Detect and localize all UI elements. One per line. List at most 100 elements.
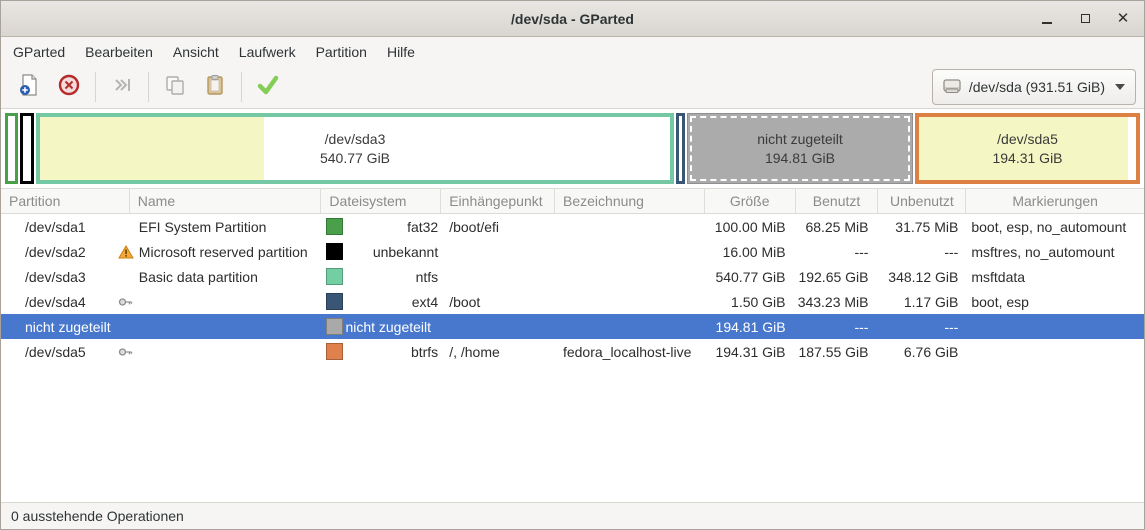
new-partition-icon xyxy=(17,73,41,102)
filesystem-cell: nicht zugeteilt xyxy=(321,314,441,339)
flags-cell xyxy=(966,314,1144,339)
minimize-button[interactable] xyxy=(1036,8,1058,30)
menu-bearbeiten[interactable]: Bearbeiten xyxy=(75,40,163,64)
disk-drive-icon xyxy=(941,75,963,100)
table-row-unallocated[interactable]: nicht zugeteilt nicht zugeteilt 194.81 G… xyxy=(1,314,1144,339)
size-cell: 194.31 GiB xyxy=(715,343,786,360)
name-cell: Basic data partition xyxy=(138,268,258,285)
flags-cell: msftres, no_automount xyxy=(971,243,1115,260)
table-row-sda2[interactable]: /dev/sda2 Microsoft reserved partition u… xyxy=(1,239,1144,264)
label-cell xyxy=(555,289,705,314)
disk-visual-bar: /dev/sda3 540.77 GiB nicht zugeteilt 194… xyxy=(1,109,1144,188)
device-selector[interactable]: /dev/sda (931.51 GiB) xyxy=(931,69,1136,105)
name-cell xyxy=(130,314,322,339)
name-cell xyxy=(130,339,322,364)
segment-label: nicht zugeteilt 194.81 GiB xyxy=(757,130,843,166)
label-cell xyxy=(555,214,705,239)
size-cell: 100.00 MiB xyxy=(714,218,786,235)
menu-ansicht[interactable]: Ansicht xyxy=(163,40,229,64)
mountpoint-cell: /boot/efi xyxy=(449,218,500,235)
partition-cell: nicht zugeteilt xyxy=(25,318,111,335)
unused-cell: --- xyxy=(944,318,959,335)
delete-partition-button[interactable] xyxy=(49,69,89,105)
label-cell: fedora_localhost-live xyxy=(562,343,692,360)
device-selector-label: /dev/sda (931.51 GiB) xyxy=(968,79,1105,95)
size-cell: 194.81 GiB xyxy=(715,318,786,335)
disk-segment-sda2[interactable] xyxy=(20,113,34,184)
column-header-mountpoint[interactable]: Einhängepunkt xyxy=(441,189,556,213)
column-header-size[interactable]: Größe xyxy=(705,189,796,213)
partition-cell: /dev/sda3 xyxy=(25,268,86,285)
mountpoint-cell xyxy=(441,314,555,339)
menu-gparted[interactable]: GParted xyxy=(3,40,75,64)
flags-cell: boot, esp xyxy=(971,293,1029,310)
table-header: Partition Name Dateisystem Einhängepunkt… xyxy=(1,188,1144,214)
maximize-icon xyxy=(1080,14,1090,23)
table-row-sda5[interactable]: /dev/sda5 btrfs /, /home fedora_localhos… xyxy=(1,339,1144,364)
menu-hilfe[interactable]: Hilfe xyxy=(377,40,425,64)
disk-segment-sda3[interactable]: /dev/sda3 540.77 GiB xyxy=(36,113,674,184)
copy-icon xyxy=(163,73,187,102)
unused-cell: 348.12 GiB xyxy=(888,268,959,285)
key-icon xyxy=(118,346,134,358)
close-button[interactable]: ✕ xyxy=(1112,8,1134,30)
unused-cell: --- xyxy=(944,243,959,260)
fs-color-swatch xyxy=(326,293,344,310)
minimize-icon xyxy=(1042,21,1052,24)
used-cell: --- xyxy=(854,243,869,260)
unused-cell: 6.76 GiB xyxy=(903,343,959,360)
disk-segment-unallocated[interactable]: nicht zugeteilt 194.81 GiB xyxy=(687,113,913,184)
flags-cell xyxy=(966,339,1144,364)
toolbar-separator xyxy=(148,72,149,102)
menu-laufwerk[interactable]: Laufwerk xyxy=(229,40,306,64)
resize-move-button[interactable] xyxy=(102,69,142,105)
resize-move-icon xyxy=(110,73,134,102)
size-cell: 16.00 MiB xyxy=(722,243,786,260)
table-empty-area xyxy=(1,364,1144,502)
partition-cell: /dev/sda4 xyxy=(1,289,132,314)
used-cell: 187.55 GiB xyxy=(798,343,869,360)
column-header-filesystem[interactable]: Dateisystem xyxy=(321,189,442,213)
chevron-down-icon xyxy=(1115,84,1125,90)
partition-table: Partition Name Dateisystem Einhängepunkt… xyxy=(1,188,1144,502)
disk-segment-sda5[interactable]: /dev/sda5 194.31 GiB xyxy=(915,113,1140,184)
maximize-button[interactable] xyxy=(1074,8,1096,30)
used-cell: 192.65 GiB xyxy=(798,268,869,285)
disk-segment-sda1[interactable] xyxy=(5,113,18,184)
mountpoint-cell: /, /home xyxy=(449,343,500,360)
window-controls: ✕ xyxy=(1036,1,1134,36)
filesystem-cell: unbekannt xyxy=(321,239,441,264)
apply-operations-button[interactable] xyxy=(248,69,288,105)
mountpoint-cell xyxy=(441,264,555,289)
used-space-fill xyxy=(40,117,265,180)
delete-partition-icon xyxy=(57,73,81,102)
table-row-sda1[interactable]: /dev/sda1 EFI System Partition fat32 /bo… xyxy=(1,214,1144,239)
used-cell: 343.23 MiB xyxy=(797,293,869,310)
name-cell: EFI System Partition xyxy=(138,218,267,235)
mountpoint-cell: /boot xyxy=(449,293,481,310)
partition-cell: /dev/sda5 xyxy=(1,339,132,364)
column-header-name[interactable]: Name xyxy=(130,189,322,213)
table-row-sda4[interactable]: /dev/sda4 ext4 /boot 1.50 GiB 343.23 MiB… xyxy=(1,289,1144,314)
menubar: GParted Bearbeiten Ansicht Laufwerk Part… xyxy=(1,37,1144,66)
table-row-sda3[interactable]: /dev/sda3 Basic data partition ntfs 540.… xyxy=(1,264,1144,289)
paste-button[interactable] xyxy=(195,69,235,105)
toolbar-separator xyxy=(95,72,96,102)
key-icon xyxy=(118,296,134,308)
fs-color-swatch xyxy=(326,243,344,260)
disk-segment-sda4[interactable] xyxy=(676,113,685,184)
toolbar: /dev/sda (931.51 GiB) xyxy=(1,66,1144,109)
column-header-used[interactable]: Benutzt xyxy=(796,189,879,213)
column-header-partition[interactable]: Partition xyxy=(1,189,130,213)
column-header-flags[interactable]: Markierungen xyxy=(966,189,1144,213)
close-icon: ✕ xyxy=(1116,10,1130,27)
window-title: /dev/sda - GParted xyxy=(511,10,634,27)
menu-partition[interactable]: Partition xyxy=(306,40,377,64)
gparted-window: /dev/sda - GParted ✕ GParted Bearbeiten … xyxy=(0,0,1145,530)
new-partition-button[interactable] xyxy=(9,69,49,105)
fs-color-swatch xyxy=(326,318,344,335)
column-header-unused[interactable]: Unbenutzt xyxy=(878,189,967,213)
titlebar: /dev/sda - GParted ✕ xyxy=(1,1,1144,37)
column-header-label[interactable]: Bezeichnung xyxy=(555,189,705,213)
copy-button[interactable] xyxy=(155,69,195,105)
